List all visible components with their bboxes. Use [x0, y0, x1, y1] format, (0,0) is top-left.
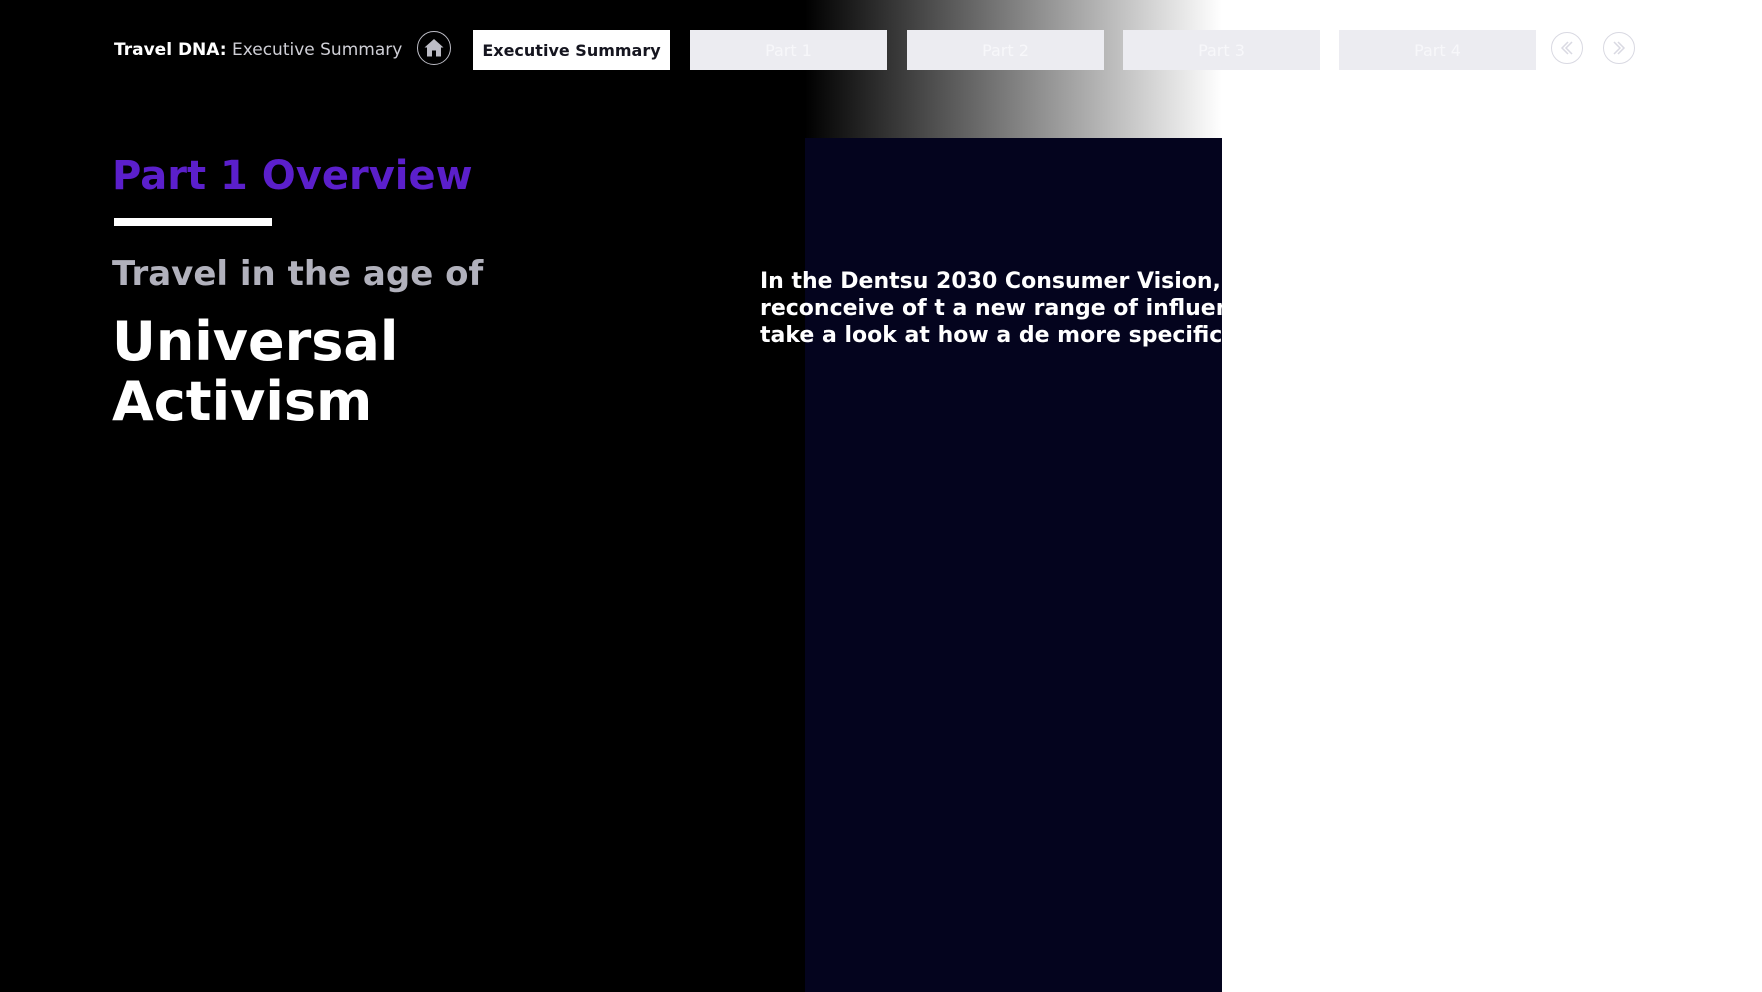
page-subtitle: Travel in the age of [112, 254, 484, 294]
body-text: In the Dentsu 2030 Consumer Vision, Uni … [760, 269, 1222, 348]
page-title: Universal Activism [112, 310, 399, 433]
background-navy-panel [805, 138, 1223, 992]
tab-executive-summary[interactable]: Executive Summary [473, 30, 670, 70]
section-heading: Part 1 Overview [112, 153, 473, 199]
tab-part-3[interactable]: Part 3 [1123, 30, 1320, 70]
chevron-right-icon [1613, 41, 1626, 55]
nav-title-strong: Travel DNA: [114, 40, 227, 60]
home-icon [424, 39, 444, 57]
tab-part-2[interactable]: Part 2 [907, 30, 1104, 70]
heading-underline [114, 218, 272, 226]
chevron-left-icon [1560, 41, 1573, 55]
nav-title-section: Executive Summary [231, 40, 403, 60]
page: Travel DNA: Executive Summary Executive … [0, 0, 1762, 992]
background-white-panel [1222, 138, 1762, 992]
tab-part-4[interactable]: Part 4 [1339, 30, 1536, 70]
tab-part-1[interactable]: Part 1 [690, 30, 887, 70]
previous-button[interactable] [1551, 32, 1583, 64]
nav-breadcrumb: Travel DNA: Executive Summary [114, 38, 402, 62]
body-text-container: In the Dentsu 2030 Consumer Vision, Uni … [760, 268, 1222, 418]
next-button[interactable] [1603, 32, 1635, 64]
home-button[interactable] [417, 31, 451, 65]
